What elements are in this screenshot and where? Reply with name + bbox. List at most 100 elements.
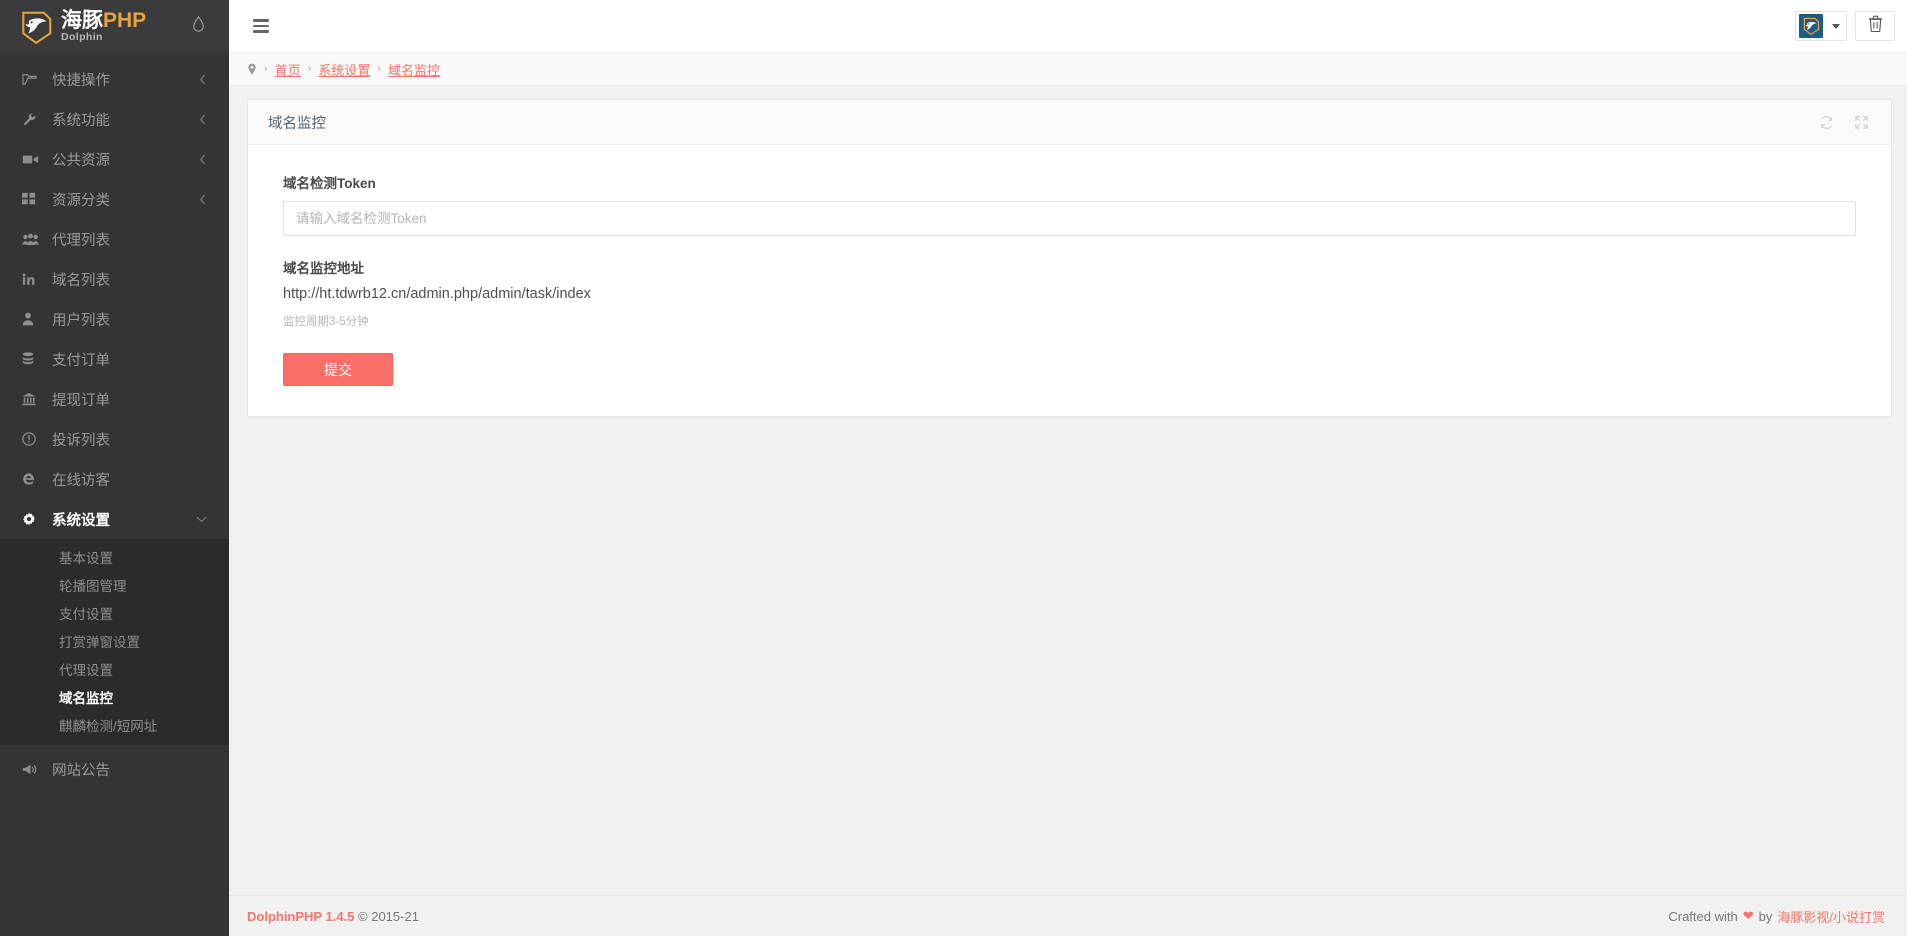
logo-bar[interactable]: 海豚PHP Dolphin xyxy=(0,0,229,53)
sidebar-item-label: 投诉列表 xyxy=(52,432,110,449)
sidebar-item-label: 快捷操作 xyxy=(52,72,110,89)
sidebar-subitem-agent-settings[interactable]: 代理设置 xyxy=(0,655,229,683)
sidebar-item-withdraw-orders[interactable]: 提现订单 xyxy=(0,379,229,419)
logo-php-text: PHP xyxy=(103,9,147,33)
sidebar-item-online-visitors[interactable]: 在线访客 xyxy=(0,459,229,499)
sidebar-item-label: 代理列表 xyxy=(52,232,110,249)
megaphone-icon xyxy=(22,763,44,776)
expand-fullscreen-icon[interactable] xyxy=(1854,115,1869,130)
sidebar-item-site-announcement[interactable]: 网站公告 xyxy=(0,749,229,789)
location-pin-icon xyxy=(247,63,257,76)
folder-open-icon xyxy=(22,72,44,86)
sidebar-subitem-basic-settings[interactable]: 基本设置 xyxy=(0,543,229,571)
heart-icon: ❤ xyxy=(1742,908,1754,923)
monitor-period-hint: 监控周期3-5分钟 xyxy=(283,316,369,328)
sidebar-item-label: 资源分类 xyxy=(52,192,110,209)
domain-monitor-panel: 域名监控 域名检测Token 请输入域名检测Token 域名监控地址 http:… xyxy=(247,99,1892,417)
sidebar-item-label: 系统设置 xyxy=(52,512,110,529)
trash-can-icon xyxy=(1868,15,1883,37)
token-label: 域名检测Token xyxy=(283,176,376,191)
panel-header: 域名监控 xyxy=(248,100,1891,145)
sidebar-item-public-resources[interactable]: 公共资源 xyxy=(0,139,229,179)
breadcrumb: › 首页 › 系统设置 › 域名监控 xyxy=(229,53,1907,86)
footer: DolphinPHP 1.4.5 © 2015-21 Crafted with … xyxy=(229,895,1907,936)
sidebar-item-label: 系统功能 xyxy=(52,112,110,129)
page-title: 域名监控 xyxy=(268,115,326,132)
breadcrumb-separator: › xyxy=(264,63,268,75)
panel-tools xyxy=(1819,115,1869,130)
sidebar-item-system-settings[interactable]: 系统设置 xyxy=(0,499,229,539)
logo-cn-text: 海豚 xyxy=(61,9,103,33)
footer-crafted-text: Crafted with xyxy=(1668,908,1738,924)
wrench-icon xyxy=(22,112,44,127)
sidebar-item-quick-actions[interactable]: 快捷操作 xyxy=(0,59,229,99)
content-area: 域名监控 域名检测Token 请输入域名检测Token 域名监控地址 http:… xyxy=(229,86,1907,895)
bank-icon xyxy=(22,392,44,406)
breadcrumb-item-system-settings[interactable]: 系统设置 xyxy=(318,60,370,79)
sidebar-subitem-qilin-detection-shorturl[interactable]: 麒麟检测/短网址 xyxy=(0,711,229,739)
user-menu-button[interactable] xyxy=(1795,11,1847,41)
gear-icon xyxy=(22,512,44,526)
sidebar-item-system-functions[interactable]: 系统功能 xyxy=(0,99,229,139)
footer-left: DolphinPHP 1.4.5 © 2015-21 xyxy=(247,909,419,924)
token-input[interactable] xyxy=(283,201,1856,236)
monitor-url-group: 域名监控地址 http://ht.tdwrb12.cn/admin.php/ad… xyxy=(283,257,1856,329)
sidebar-item-label: 域名列表 xyxy=(52,272,110,289)
sidebar-item-label: 网站公告 xyxy=(52,762,110,779)
footer-by-text: by xyxy=(1758,908,1773,924)
submit-button[interactable]: 提交 xyxy=(283,353,393,386)
topbar-actions xyxy=(1795,11,1895,41)
refresh-icon[interactable] xyxy=(1819,115,1834,130)
sidebar-item-complaint-list[interactable]: 投诉列表 xyxy=(0,419,229,459)
sidebar-submenu-system-settings: 基本设置 轮播图管理 支付设置 打赏弹窗设置 代理设置 域名监控 麒麟检测/短网… xyxy=(0,539,229,745)
sidebar-subitem-carousel-management[interactable]: 轮播图管理 xyxy=(0,571,229,599)
caret-down-icon xyxy=(1832,23,1840,29)
dolphin-logo-icon xyxy=(16,8,56,46)
hamburger-menu-icon[interactable] xyxy=(245,13,277,39)
sidebar-item-user-list[interactable]: 用户列表 xyxy=(0,299,229,339)
users-group-icon xyxy=(22,233,44,246)
topbar xyxy=(229,0,1907,53)
footer-right: Crafted with ❤ by 海豚影视/小说打赏 xyxy=(1668,907,1885,926)
chevron-left-icon xyxy=(199,193,207,205)
footer-author-link[interactable]: 海豚影视/小说打赏 xyxy=(1777,907,1885,926)
database-icon xyxy=(22,352,44,366)
breadcrumb-separator: › xyxy=(307,63,312,75)
token-field-group: 域名检测Token xyxy=(283,172,1856,236)
edge-browser-icon xyxy=(22,472,44,486)
sidebar-item-domain-list[interactable]: 域名列表 xyxy=(0,259,229,299)
sidebar-subitem-tip-popup-settings[interactable]: 打赏弹窗设置 xyxy=(0,627,229,655)
chevron-left-icon xyxy=(199,73,207,85)
sidebar-item-agent-list[interactable]: 代理列表 xyxy=(0,219,229,259)
logo-subtitle: Dolphin xyxy=(61,31,103,44)
sidebar-item-label: 用户列表 xyxy=(52,312,110,329)
water-drop-icon[interactable] xyxy=(192,15,205,37)
clear-cache-button[interactable] xyxy=(1855,11,1895,41)
breadcrumb-item-domain-monitor[interactable]: 域名监控 xyxy=(388,60,440,79)
sidebar-item-payment-orders[interactable]: 支付订单 xyxy=(0,339,229,379)
monitor-url-value: http://ht.tdwrb12.cn/admin.php/admin/tas… xyxy=(283,286,591,302)
sidebar-item-label: 公共资源 xyxy=(52,152,110,169)
footer-brand[interactable]: DolphinPHP 1.4.5 xyxy=(247,909,354,924)
panel-body: 域名检测Token 域名监控地址 http://ht.tdwrb12.cn/ad… xyxy=(248,145,1891,416)
logo-text: 海豚PHP Dolphin xyxy=(61,10,146,43)
user-icon xyxy=(22,312,44,326)
linkedin-in-icon xyxy=(22,273,44,286)
sidebar: 海豚PHP Dolphin 快捷操作 系统功能 公共资源 资源分类 代理列表 域… xyxy=(0,0,229,936)
grid-squares-icon xyxy=(22,192,44,206)
breadcrumb-separator: › xyxy=(377,63,382,75)
sidebar-menu: 快捷操作 系统功能 公共资源 资源分类 代理列表 域名列表 用户列表 支付订单 … xyxy=(0,53,229,936)
video-camera-icon xyxy=(22,153,44,166)
sidebar-item-label: 提现订单 xyxy=(52,392,110,409)
chevron-left-icon xyxy=(199,113,207,125)
monitor-url-label: 域名监控地址 xyxy=(283,261,364,276)
footer-copyright: © 2015-21 xyxy=(358,908,419,924)
sidebar-item-resource-categories[interactable]: 资源分类 xyxy=(0,179,229,219)
sidebar-subitem-payment-settings[interactable]: 支付设置 xyxy=(0,599,229,627)
chevron-down-icon xyxy=(196,515,207,523)
exclamation-circle-icon xyxy=(22,432,44,446)
sidebar-item-label: 支付订单 xyxy=(52,352,110,369)
breadcrumb-item-home[interactable]: 首页 xyxy=(275,60,301,79)
main-area: › 首页 › 系统设置 › 域名监控 域名监控 域名检测Token 请输入域名检… xyxy=(229,0,1907,936)
sidebar-subitem-domain-monitor[interactable]: 域名监控 xyxy=(0,683,229,711)
